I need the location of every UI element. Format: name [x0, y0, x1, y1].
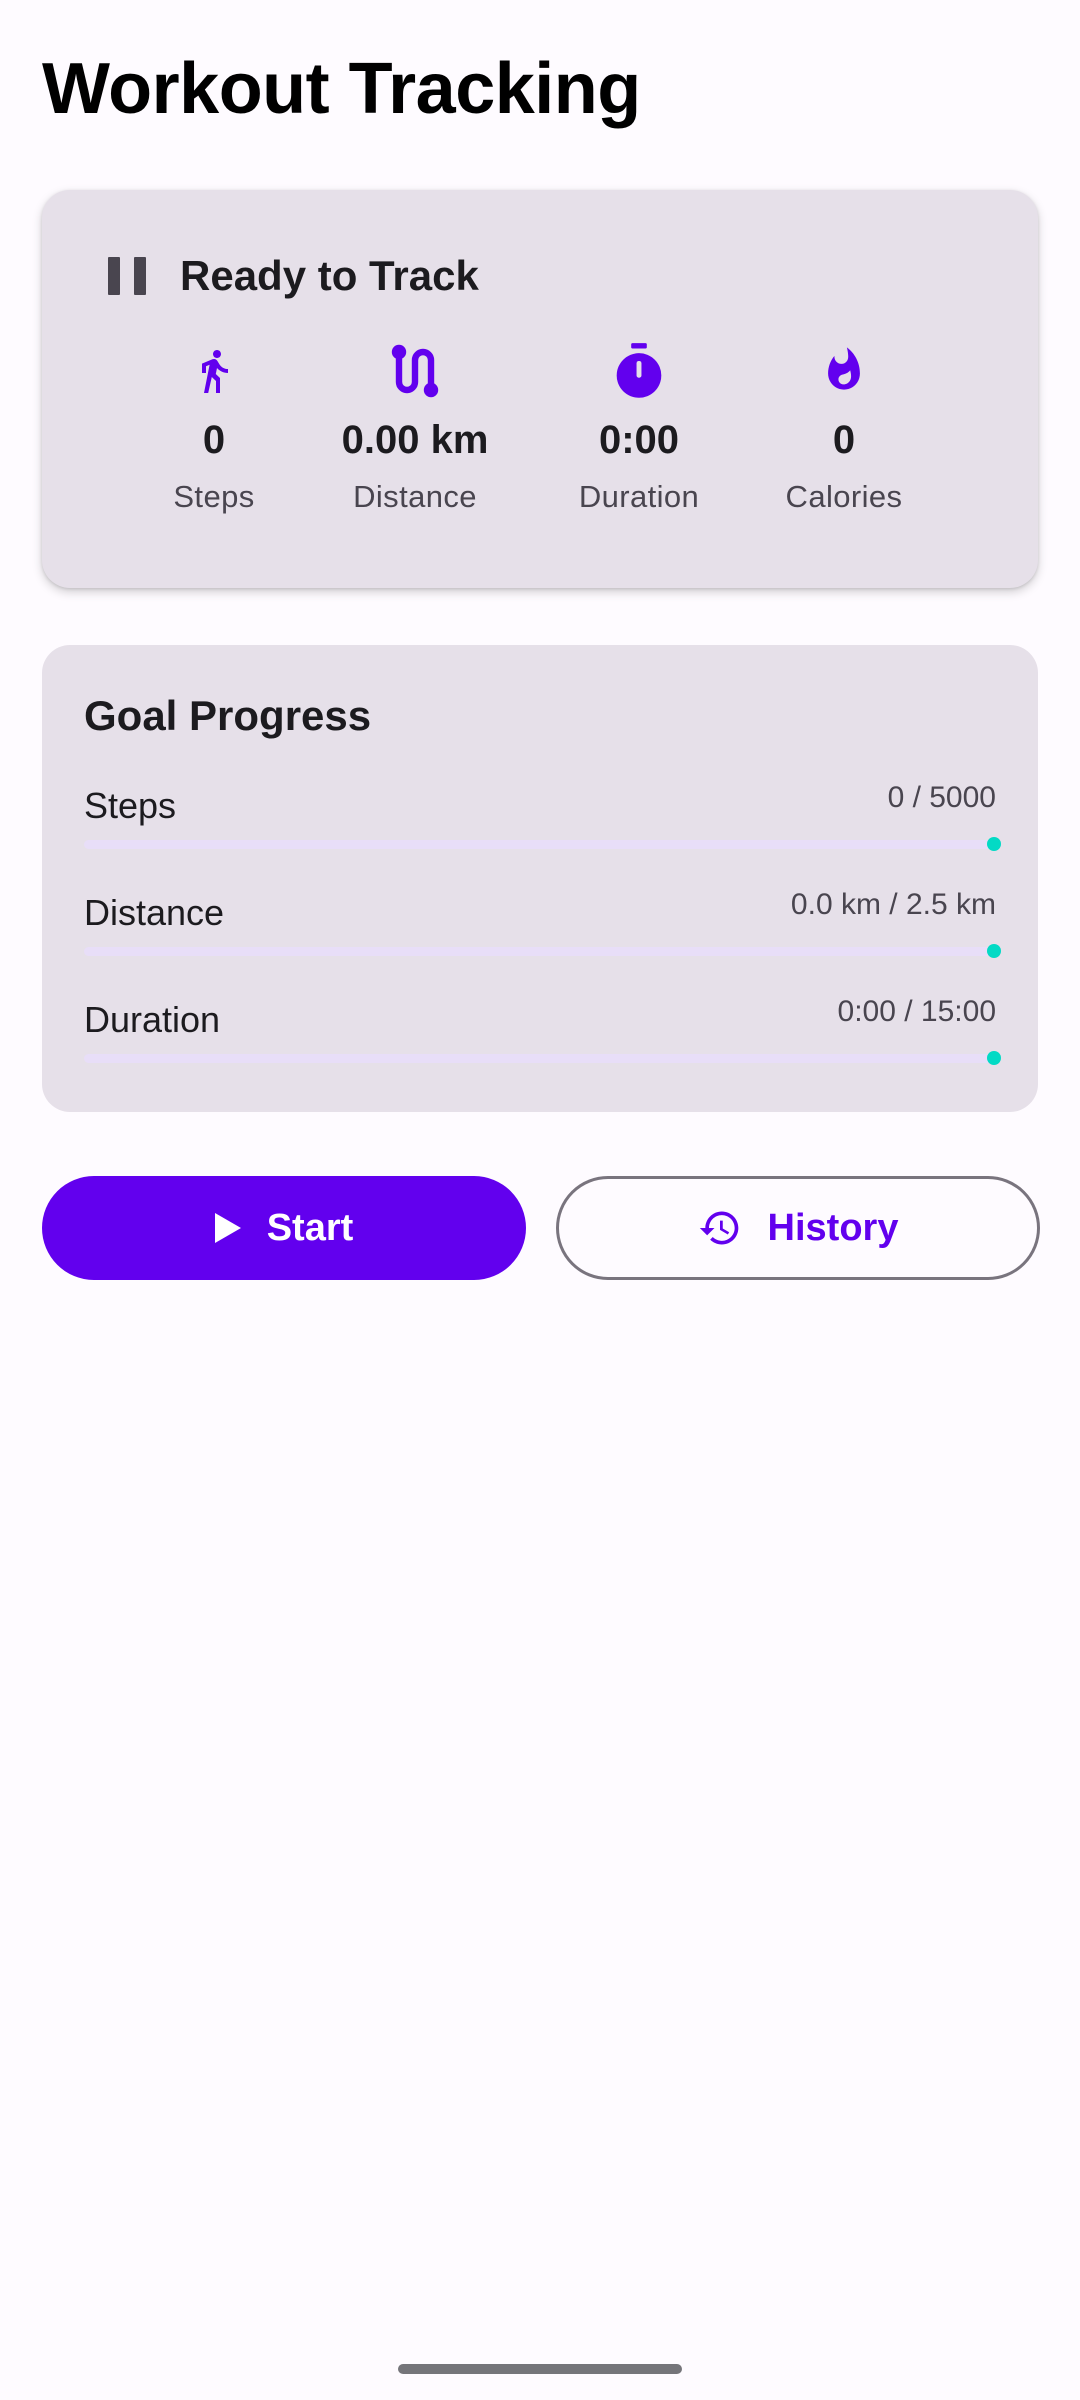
- goal-value: 0 / 5000: [887, 781, 996, 814]
- page-title: Workout Tracking: [42, 49, 641, 129]
- stat-label: Calories: [785, 479, 903, 514]
- progress-bar: [84, 837, 1001, 851]
- goal-label: Distance: [84, 892, 225, 933]
- stat-distance: 0.00 km Distance: [305, 340, 525, 516]
- start-button-label: Start: [266, 1206, 354, 1249]
- goal-label: Steps: [84, 785, 177, 826]
- goal-label: Duration: [84, 999, 221, 1040]
- progress-end-dot: [987, 1051, 1001, 1065]
- progress-end-dot: [987, 837, 1001, 851]
- goal-value: 0.0 km / 2.5 km: [790, 888, 996, 921]
- start-button[interactable]: Start: [42, 1176, 526, 1280]
- stat-label: Distance: [353, 479, 477, 514]
- history-icon: [698, 1206, 742, 1250]
- stat-value: 0: [832, 418, 856, 462]
- stat-steps: 0 Steps: [104, 340, 324, 516]
- history-button[interactable]: History: [556, 1176, 1040, 1280]
- pause-icon: [108, 257, 146, 295]
- goal-progress-title: Goal Progress: [84, 692, 372, 739]
- stat-duration: 0:00 Duration: [529, 340, 749, 516]
- flame-icon: [734, 340, 954, 402]
- home-indicator[interactable]: [398, 2364, 682, 2374]
- stat-label: Steps: [173, 479, 255, 514]
- goal-row-distance: Distance 0.0 km / 2.5 km: [84, 888, 1001, 971]
- play-icon: [214, 1213, 241, 1243]
- walk-icon: [104, 340, 324, 402]
- stat-value: 0.00 km: [341, 418, 489, 462]
- progress-bar: [84, 1051, 1001, 1065]
- stats-row: 0 Steps 0.00 km Distance 0:00 Duration 0…: [42, 340, 1038, 540]
- route-icon: [305, 340, 525, 402]
- status-card: Ready to Track 0 Steps 0.00 km Distance: [42, 190, 1038, 588]
- progress-end-dot: [987, 944, 1001, 958]
- stat-calories: 0 Calories: [734, 340, 954, 516]
- history-button-label: History: [767, 1206, 899, 1249]
- goal-row-steps: Steps 0 / 5000: [84, 781, 1001, 864]
- goal-row-duration: Duration 0:00 / 15:00: [84, 995, 1001, 1078]
- stat-value: 0: [202, 418, 226, 462]
- status-text: Ready to Track: [180, 252, 479, 299]
- status-header: Ready to Track: [108, 246, 479, 306]
- stat-label: Duration: [578, 479, 700, 514]
- goal-progress-card: Goal Progress Steps 0 / 5000 Distance 0.…: [42, 645, 1038, 1112]
- timer-icon: [529, 340, 749, 402]
- progress-bar: [84, 944, 1001, 958]
- stat-value: 0:00: [598, 418, 680, 462]
- goal-value: 0:00 / 15:00: [837, 995, 996, 1028]
